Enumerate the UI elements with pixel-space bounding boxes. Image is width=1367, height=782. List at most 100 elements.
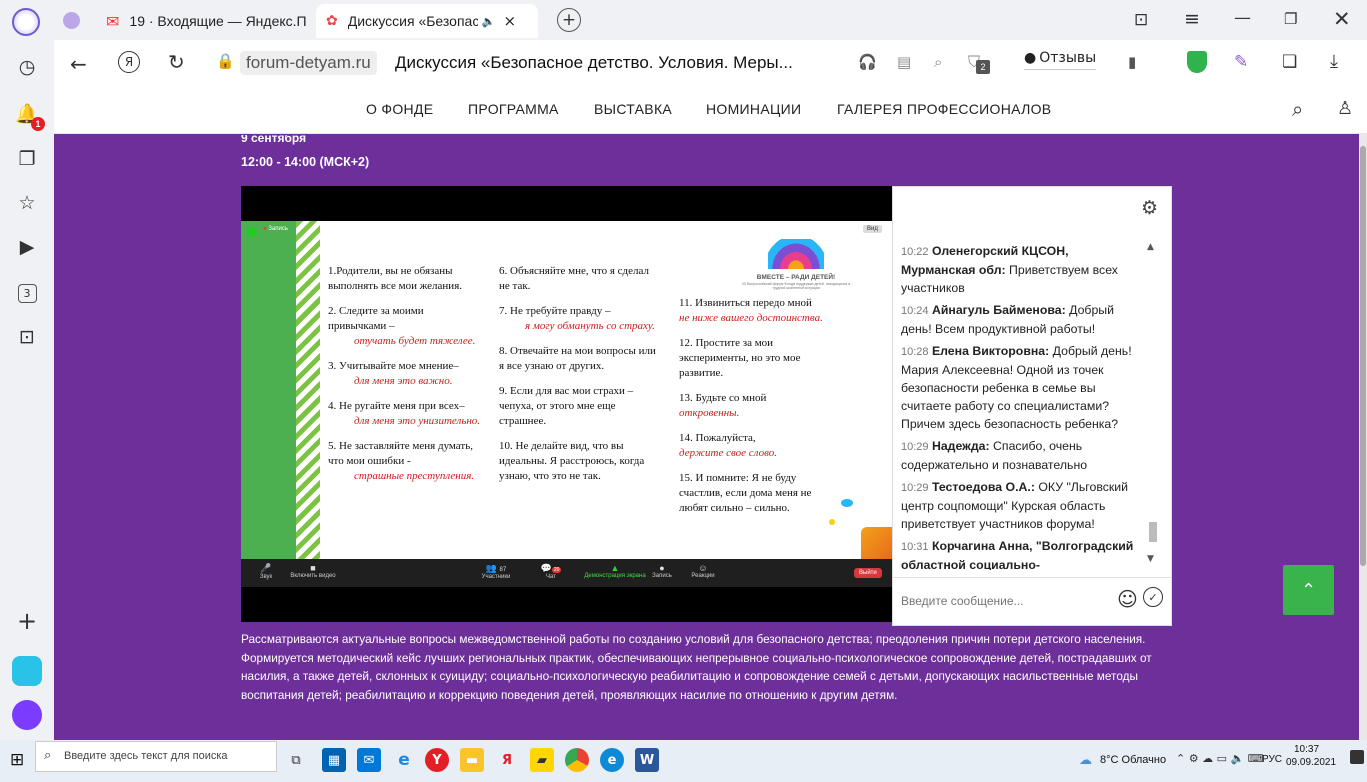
chat-scrollbar[interactable]: ▲ ▼ <box>1146 242 1160 572</box>
nav-item-about[interactable]: О ФОНДЕ <box>366 101 433 117</box>
rule-1-text: 1.Родители, вы не обязаны выполнять все … <box>328 265 463 292</box>
restore-icon[interactable]: ❐ <box>1284 10 1297 28</box>
edge-app-icon[interactable]: e <box>600 748 624 772</box>
search-icon[interactable]: ⌕ <box>1292 97 1303 121</box>
yandex-icon[interactable]: Я <box>118 51 140 73</box>
back-icon[interactable]: ← <box>70 52 87 76</box>
zoom-toolbar: 🎤 Звук ■ Включить видео 👥 87 Участники 💬 20 Ч… <box>241 559 892 587</box>
rule-7: 7. Не требуйте правду – я могу обмануть с… <box>499 304 659 334</box>
scroll-down-icon[interactable]: ▼ <box>1147 554 1154 564</box>
rule-2-text: 2. Следите за моими привычками – <box>328 305 424 332</box>
calculator-app-icon[interactable]: ▦ <box>322 748 346 772</box>
taskbar-search[interactable]: ⌕ Введите здесь текст для поиска <box>35 741 277 772</box>
notification-center-icon[interactable] <box>1350 750 1364 764</box>
new-tab-button[interactable]: + <box>557 8 581 32</box>
nav-item-exhibition[interactable]: ВЫСТАВКА <box>594 101 672 117</box>
screenshot-icon[interactable]: ⊡ <box>12 322 42 352</box>
site-navigation: О ФОНДЕ ПРОГРАММА ВЫСТАВКА НОМИНАЦИИ ГАЛ… <box>54 86 1367 134</box>
word-app-icon[interactable]: W <box>635 748 659 772</box>
speech-bubble-icon: ● <box>1024 50 1037 66</box>
chrome-app-icon[interactable] <box>565 748 589 772</box>
send-icon[interactable]: ✓ <box>1143 587 1163 607</box>
rule-5-text: 5. Не заставляйте меня думать, что мои о… <box>328 440 473 467</box>
collections-toolbar-icon[interactable]: ❏ <box>1282 52 1297 72</box>
page-scrollbar-thumb[interactable] <box>1360 146 1366 566</box>
minimize-icon[interactable]: — <box>1234 8 1251 28</box>
settings-gear-icon[interactable]: ⚙ <box>1141 197 1158 219</box>
media-player-icon[interactable]: ▶ <box>12 232 42 262</box>
weather-icon[interactable]: ☁ <box>1079 753 1092 768</box>
downloads-icon[interactable]: ⤓ <box>1330 51 1338 72</box>
speaker-icon[interactable]: 🔈 <box>482 15 496 28</box>
tab-discussion[interactable]: ✿ Дискуссия «Безопас 🔈 × <box>316 4 538 38</box>
ie-app-icon[interactable]: e <box>392 748 416 772</box>
nav-item-gallery[interactable]: ГАЛЕРЕЯ ПРОФЕССИОНАЛОВ <box>837 101 1051 117</box>
menu-icon[interactable]: ≡ <box>1184 8 1200 30</box>
zoom-chat-button[interactable]: 💬 20 Чат <box>526 563 576 580</box>
history-icon[interactable]: ◷ <box>12 52 42 82</box>
pen-extension-icon[interactable]: ✎ <box>1234 52 1248 72</box>
collections-icon[interactable]: ❐ <box>12 144 42 174</box>
nav-item-program[interactable]: ПРОГРАММА <box>468 101 559 117</box>
rule-6: 6. Объясняйте мне, что я сделал не так. <box>499 264 659 294</box>
rule-2: 2. Следите за моими привычками – отучать … <box>328 304 484 349</box>
zoom-participants-button[interactable]: 👥 87 Участники <box>471 563 521 580</box>
task-view-icon[interactable]: ⧉ <box>284 748 308 772</box>
nav-item-nominations[interactable]: НОМИНАЦИИ <box>706 101 801 117</box>
chat-badge: 20 <box>551 567 562 573</box>
tray-icons[interactable]: ⌃ ⚙ ☁ ▭ 🔈 ⌨ <box>1176 752 1264 765</box>
tab-counter[interactable]: 3 <box>12 278 42 308</box>
add-panel-icon[interactable]: + <box>12 606 42 636</box>
emoji-icon[interactable]: ☺ <box>1117 587 1138 611</box>
rule-9-text: 9. Если для вас мои страхи – чепуха, от … <box>499 385 634 427</box>
language-indicator[interactable]: РУС <box>1262 754 1282 765</box>
alice-icon[interactable] <box>12 700 42 730</box>
rule-15-text: 15. И помните: Я не буду счастлив, если … <box>679 472 812 514</box>
reader-icon[interactable]: ▤ <box>897 53 911 71</box>
tab-mail[interactable]: ✉ 19 · Входящие — Яндекс.П <box>96 4 308 38</box>
messenger-icon[interactable] <box>12 656 42 686</box>
bookmarks-panel-icon[interactable]: ⊡ <box>1134 10 1148 30</box>
browser-logo-icon[interactable] <box>12 8 40 36</box>
bookmark-icon[interactable]: ▮ <box>1128 53 1136 71</box>
close-tab-icon[interactable]: × <box>503 12 516 30</box>
rule-3: 3. Учитывайте мое мнение– для меня это ва… <box>328 359 484 389</box>
headphones-icon[interactable]: 🎧 <box>858 53 877 71</box>
scroll-to-top-button[interactable]: ⌃ <box>1283 565 1334 615</box>
yandex-app-icon[interactable]: Я <box>495 748 519 772</box>
page-title[interactable]: Дискуссия «Безопасное детство. Условия. … <box>395 53 793 73</box>
chat-messages: 10:22 Оленегорский КЦСОН, Мурманская обл… <box>901 242 1145 570</box>
zoom-icon[interactable]: ⌕ <box>934 53 942 71</box>
message-time: 10:28 <box>901 346 929 358</box>
reload-icon[interactable]: ↻ <box>168 50 185 74</box>
chat-scrollbar-thumb[interactable] <box>1149 522 1157 542</box>
rule-9: 9. Если для вас мои страхи – чепуха, от … <box>499 384 659 429</box>
page-scrollbar[interactable] <box>1359 134 1367 740</box>
user-icon[interactable]: ♙ <box>1337 98 1353 119</box>
scroll-up-icon[interactable]: ▲ <box>1147 242 1154 252</box>
rule-8: 8. Отвечайте на мои вопросы или я все уз… <box>499 344 659 374</box>
camera-icon: ■ <box>310 563 316 573</box>
notes-app-icon[interactable]: ▰ <box>530 748 554 772</box>
close-window-icon[interactable]: ✕ <box>1333 7 1351 31</box>
clock-date[interactable]: 09.09.2021 <box>1286 757 1336 768</box>
message-time: 10:29 <box>901 441 929 453</box>
view-button[interactable]: Вид <box>863 225 882 233</box>
url-domain[interactable]: forum-detyam.ru <box>240 51 377 75</box>
rule-5-red: страшные преступления. <box>354 470 475 482</box>
favorites-icon[interactable]: ☆ <box>12 188 42 218</box>
clock-time[interactable]: 10:37 <box>1294 744 1319 755</box>
slide-ornament <box>296 221 320 559</box>
zoom-reactions-button[interactable]: ☺ Реакции <box>678 563 728 579</box>
explorer-app-icon[interactable]: ▬ <box>460 748 484 772</box>
weather-text[interactable]: 8°C Облачно <box>1100 754 1166 766</box>
mail-app-icon[interactable]: ✉ <box>357 748 381 772</box>
chat-message-input[interactable] <box>901 590 1111 612</box>
zoom-video-button[interactable]: ■ Включить видео <box>283 563 343 579</box>
yandex-browser-app-icon[interactable]: Y <box>425 748 449 772</box>
zoom-leave-button[interactable]: Выйти <box>854 568 882 578</box>
reviews-button[interactable]: ● Отзывы <box>1024 50 1097 70</box>
windows-start-icon[interactable]: ⊞ <box>10 750 24 770</box>
rule-13-text: 13. Будьте со мной <box>679 392 767 404</box>
protect-shield-icon[interactable] <box>1187 51 1207 73</box>
